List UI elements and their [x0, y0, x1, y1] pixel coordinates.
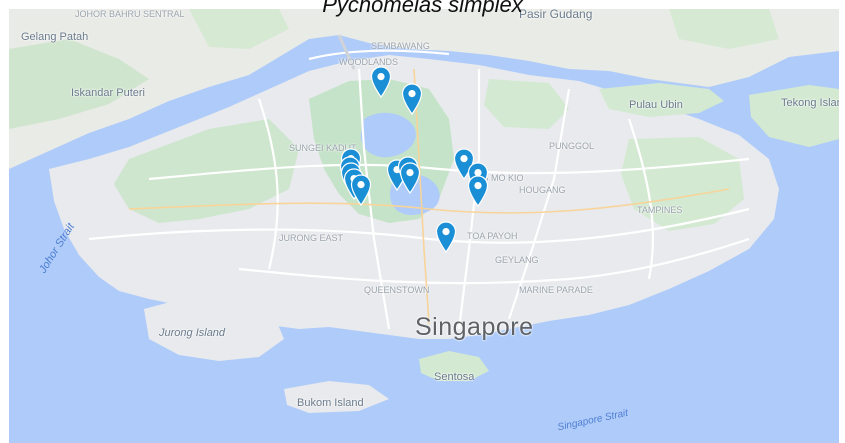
map-marker-pin-icon[interactable]	[401, 83, 423, 116]
label-queenstown: QUEENSTOWN	[364, 285, 430, 295]
label-toa-payoh: TOA PAYOH	[467, 231, 518, 241]
label-hougang: HOUGANG	[519, 185, 566, 195]
label-singapore: Singapore	[415, 313, 534, 341]
map-page: Pychomelas simplex Gelang Patah Iskandar…	[0, 0, 845, 443]
label-tampines: TAMPINES	[637, 205, 683, 215]
map-marker-pin-icon[interactable]	[350, 173, 372, 206]
map-title: Pychomelas simplex	[322, 0, 523, 17]
label-iskandar-puteri: Iskandar Puteri	[71, 87, 145, 99]
label-punggol: PUNGGOL	[549, 141, 595, 151]
map-marker-pin-icon[interactable]	[435, 221, 457, 253]
map-marker-pin-icon[interactable]	[399, 162, 421, 194]
label-sembawang: SEMBAWANG	[371, 41, 430, 51]
label-jurong-island: Jurong Island	[159, 327, 226, 339]
basemap	[9, 9, 839, 443]
map-marker-pin-icon[interactable]	[467, 175, 489, 208]
label-geylang: GEYLANG	[495, 255, 539, 265]
label-jurong-east: JURONG EAST	[279, 233, 344, 243]
label-marine-parade: MARINE PARADE	[519, 285, 593, 295]
label-bukom-island: Bukom Island	[297, 397, 364, 409]
map-marker-pin-icon[interactable]	[370, 66, 392, 99]
label-sentosa: Sentosa	[434, 371, 475, 383]
label-pulau-ubin: Pulau Ubin	[629, 99, 683, 111]
label-gelang-patah: Gelang Patah	[21, 31, 89, 43]
label-tekong-island: Tekong Island	[781, 97, 839, 109]
map-canvas[interactable]: Gelang Patah Iskandar Puteri Pasir Gudan…	[9, 9, 839, 443]
